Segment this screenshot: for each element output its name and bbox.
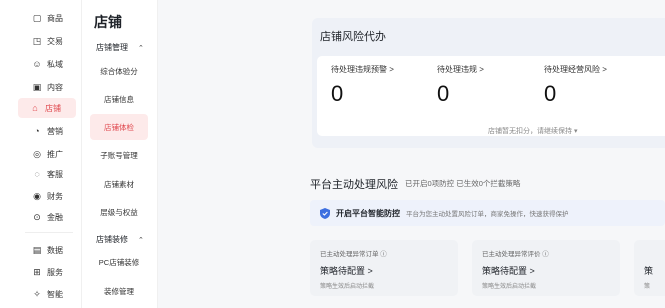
rail-item-credit[interactable]: ⊙ 金融 <box>20 207 78 227</box>
rail-item-data[interactable]: ▤ 数据 <box>20 240 78 260</box>
rail-item-label: 数据 <box>47 245 63 255</box>
risk-stats-panel: 待处理违规预警 > 0 待处理违规 > 0 待处理经营风险 > 0 <box>317 56 665 136</box>
rail-item-service-market[interactable]: ⊞ 服务 <box>20 262 78 282</box>
platform-risk-subtitle: 已开启0项防控 已生效0个拦截策略 <box>405 179 521 188</box>
abnormal-orders-card[interactable]: 已主动处理异常订单 ⓘ 策略待配置 > 策略生效后启动拦截 <box>310 240 458 296</box>
rule-card-head: 已主动处理异常订单 ⓘ <box>320 251 387 258</box>
abnormal-reviews-card[interactable]: 已主动处理异常评价 ⓘ 策略待配置 > 策略生效后启动拦截 <box>472 240 620 296</box>
subnav-item-store-checkup[interactable]: 店铺体检 <box>90 114 148 140</box>
rail-item-content[interactable]: ▣ 内容 <box>20 77 78 97</box>
rail-item-label: 商品 <box>47 13 63 23</box>
configure-strategy-link[interactable]: 策略待配置 > <box>482 264 535 277</box>
finance-icon: ◉ <box>33 190 41 201</box>
stat-label: 待处理违规 > <box>437 65 484 74</box>
subnav-title: 店铺 <box>94 14 122 30</box>
group-label: 店铺管理 <box>96 43 128 52</box>
platform-risk-title: 平台主动处理风险 <box>310 179 398 191</box>
smart-icon: ✧ <box>33 288 41 299</box>
service-icon: ◌ <box>34 168 40 179</box>
rail-item-label: 财务 <box>47 191 63 201</box>
rule-card-head: 已主动处理异常评价 ⓘ <box>482 251 549 258</box>
subnav-item-store-assets[interactable]: 店铺素材 <box>90 171 148 197</box>
rail-item-promotion[interactable]: ◎ 推广 <box>20 144 78 164</box>
rail-item-service[interactable]: ◌ 客服 <box>20 164 78 184</box>
third-rule-card[interactable]: 策 策 <box>634 240 665 296</box>
rule-card-foot: 策略生效后启动拦截 <box>482 284 537 290</box>
rail-divider <box>25 232 73 233</box>
group-label: 店铺装修 <box>96 235 128 244</box>
rail-item-label: 私域 <box>47 59 63 69</box>
primary-nav-rail: ▢ 商品 ◳ 交易 ☺ 私域 ▣ 内容 ⌂ 店铺 ◔ 营销 ◎ 推广 ◌ 客服 ◉ 财务 ⊙ 金融 … <box>0 0 89 308</box>
subnav-item-sub-accounts[interactable]: 子账号管理 <box>90 142 148 168</box>
rail-item-trade[interactable]: ◳ 交易 <box>20 31 78 51</box>
stat-business-risk[interactable]: 待处理经营风险 > 0 <box>544 64 607 107</box>
marketing-icon: ◔ <box>34 125 40 136</box>
rail-item-label: 金融 <box>47 212 63 222</box>
risk-card-title: 店铺风险代办 <box>320 31 386 43</box>
data-icon: ▤ <box>32 244 42 255</box>
rail-item-private-domain[interactable]: ☺ 私域 <box>20 54 89 74</box>
rail-item-label: 客服 <box>47 169 63 179</box>
subnav-item-overall-score[interactable]: 综合体验分 <box>90 58 148 84</box>
subnav-item-decoration-manage[interactable]: 装修管理 <box>90 278 148 304</box>
rule-card-foot: 策 <box>644 284 651 290</box>
rail-item-store[interactable]: ⌂ 店铺 <box>18 98 76 118</box>
configure-strategy-link[interactable]: 策 <box>644 264 653 277</box>
rail-item-label: 交易 <box>47 36 63 46</box>
rail-item-label: 营销 <box>47 126 63 136</box>
smart-protection-desc: 平台为您主动处置风险订单，商家免操作，快速获得保护 <box>406 211 569 218</box>
stat-label: 待处理经营风险 > <box>544 65 607 74</box>
credit-icon: ⊙ <box>33 211 41 222</box>
rail-item-smart[interactable]: ✧ 智能 <box>20 284 78 304</box>
service-market-icon: ⊞ <box>33 266 41 277</box>
no-deduction-note[interactable]: 店铺暂无扣分，请继续保持 ▾ <box>488 126 577 136</box>
promotion-icon: ◎ <box>33 148 41 159</box>
rail-item-finance[interactable]: ◉ 财务 <box>20 186 78 206</box>
chevron-up-icon: ⌃ <box>138 236 144 244</box>
stat-violation-warning[interactable]: 待处理违规预警 > 0 <box>331 64 394 107</box>
rail-item-goods[interactable]: ▢ 商品 <box>20 8 78 28</box>
chevron-up-icon: ⌃ <box>138 44 144 52</box>
rail-item-label: 服务 <box>47 267 63 277</box>
private-domain-icon: ☺ <box>32 58 42 69</box>
subnav-item-pc-decoration[interactable]: PC店铺装修 <box>90 249 148 275</box>
subnav-item-store-info[interactable]: 店铺信息 <box>90 86 148 112</box>
subnav-group-store-decoration[interactable]: 店铺装修 ⌃ <box>96 234 144 245</box>
subnav-item-tier-benefits[interactable]: 层级与权益 <box>90 199 148 225</box>
stat-value: 0 <box>544 81 557 106</box>
rule-card-foot: 策略生效后启动拦截 <box>320 284 375 290</box>
smart-protection-bar[interactable]: 开启平台智能防控 平台为您主动处置风险订单，商家免操作，快速获得保护 <box>310 200 665 226</box>
store-subnav: 店铺 店铺管理 ⌃ 综合体验分 店铺信息 店铺体检 子账号管理 店铺素材 层级与权… <box>82 0 158 308</box>
rail-item-marketing[interactable]: ◔ 营销 <box>20 121 78 141</box>
store-icon: ⌂ <box>32 102 38 113</box>
stat-violation[interactable]: 待处理违规 > 0 <box>437 64 484 107</box>
rail-item-label: 智能 <box>47 289 63 299</box>
rail-item-label: 店铺 <box>45 103 61 113</box>
shield-icon <box>320 207 330 219</box>
stat-value: 0 <box>331 81 344 106</box>
content-icon: ▣ <box>32 81 42 92</box>
goods-icon: ▢ <box>32 12 42 23</box>
stat-value: 0 <box>437 81 450 106</box>
rail-item-label: 推广 <box>47 149 63 159</box>
stat-label: 待处理违规预警 > <box>331 65 394 74</box>
smart-protection-label: 开启平台智能防控 <box>336 208 400 218</box>
trade-icon: ◳ <box>32 35 42 46</box>
configure-strategy-link[interactable]: 策略待配置 > <box>320 264 373 277</box>
rail-item-label: 内容 <box>47 82 63 92</box>
subnav-group-store-management[interactable]: 店铺管理 ⌃ <box>96 42 144 53</box>
